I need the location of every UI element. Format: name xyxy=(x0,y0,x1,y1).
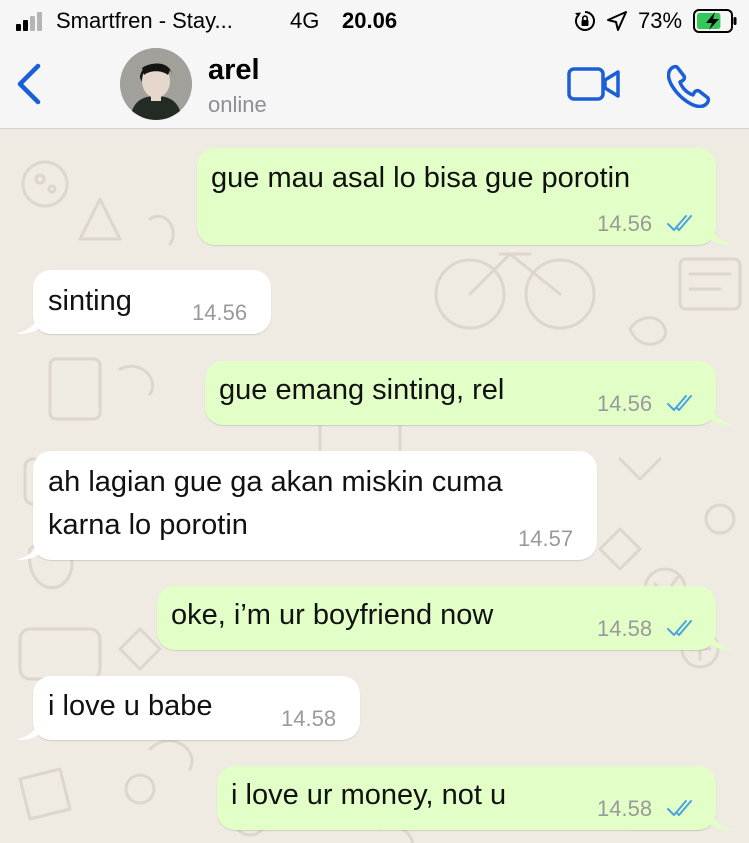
contact-name[interactable]: arel xyxy=(208,54,260,87)
chat-area[interactable]: gue mau asal lo bisa gue porotin 14.56 s… xyxy=(0,129,749,843)
message-text: gue emang sinting, rel xyxy=(219,374,505,406)
bubble-tail xyxy=(710,403,734,425)
bubble-tail xyxy=(15,312,39,334)
message-bubble-incoming[interactable]: i love u babe 14.58 xyxy=(33,676,360,740)
message-time: 14.57 xyxy=(518,526,574,551)
message-time: 14.58 xyxy=(597,616,653,641)
message-text-line: karna lo porotin xyxy=(48,509,248,541)
chat-header: arel online xyxy=(0,42,749,129)
rotation-lock-icon xyxy=(575,11,595,31)
bubble-tail xyxy=(710,223,734,245)
message-time: 14.56 xyxy=(192,300,248,325)
double-check-read-icon xyxy=(667,620,692,636)
message-text: gue mau asal lo bisa gue porotin xyxy=(211,162,631,194)
message-text: i love u babe xyxy=(48,690,213,722)
contact-avatar[interactable] xyxy=(120,48,192,120)
message-bubble-outgoing[interactable]: gue emang sinting, rel 14.56 xyxy=(205,361,716,425)
battery-charging-icon xyxy=(693,9,737,33)
carrier-name: Smartfren - Stay... xyxy=(56,8,233,33)
location-arrow-icon xyxy=(607,11,627,31)
network-type: 4G xyxy=(290,8,320,33)
bubble-tail xyxy=(15,538,39,560)
double-check-read-icon xyxy=(667,800,692,816)
video-call-icon[interactable] xyxy=(567,66,621,102)
bubble-tail xyxy=(15,718,39,740)
bubble-tail xyxy=(710,808,734,830)
message-bubble-incoming[interactable]: sinting 14.56 xyxy=(33,270,271,334)
double-check-read-icon xyxy=(667,215,692,231)
message-bubble-outgoing[interactable]: i love ur money, not u 14.58 xyxy=(217,766,716,830)
message-bubble-outgoing[interactable]: gue mau asal lo bisa gue porotin 14.56 xyxy=(197,148,716,245)
message-bubble-incoming[interactable]: ah lagian gue ga akan miskin cuma karna … xyxy=(33,451,597,560)
signal-strength-icon xyxy=(16,11,48,31)
double-check-read-icon xyxy=(667,395,692,411)
status-time: 20.06 xyxy=(342,8,398,33)
message-time: 14.56 xyxy=(597,211,653,236)
message-text: sinting xyxy=(48,285,132,317)
bubble-tail xyxy=(710,628,734,650)
message-time: 14.58 xyxy=(281,706,337,731)
message-time: 14.56 xyxy=(597,391,653,416)
back-chevron-icon[interactable] xyxy=(14,62,44,106)
contact-status: online xyxy=(208,92,267,117)
battery-percentage: 73% xyxy=(638,8,683,33)
status-bar: Smartfren - Stay... 4G 20.06 73% xyxy=(0,0,749,42)
message-bubble-outgoing[interactable]: oke, i’m ur boyfriend now 14.58 xyxy=(157,586,716,650)
message-text-line: ah lagian gue ga akan miskin cuma xyxy=(48,466,503,498)
message-time: 14.58 xyxy=(597,796,653,821)
message-text: i love ur money, not u xyxy=(231,779,507,811)
phone-call-icon[interactable] xyxy=(667,64,711,108)
message-text: oke, i’m ur boyfriend now xyxy=(171,599,494,631)
